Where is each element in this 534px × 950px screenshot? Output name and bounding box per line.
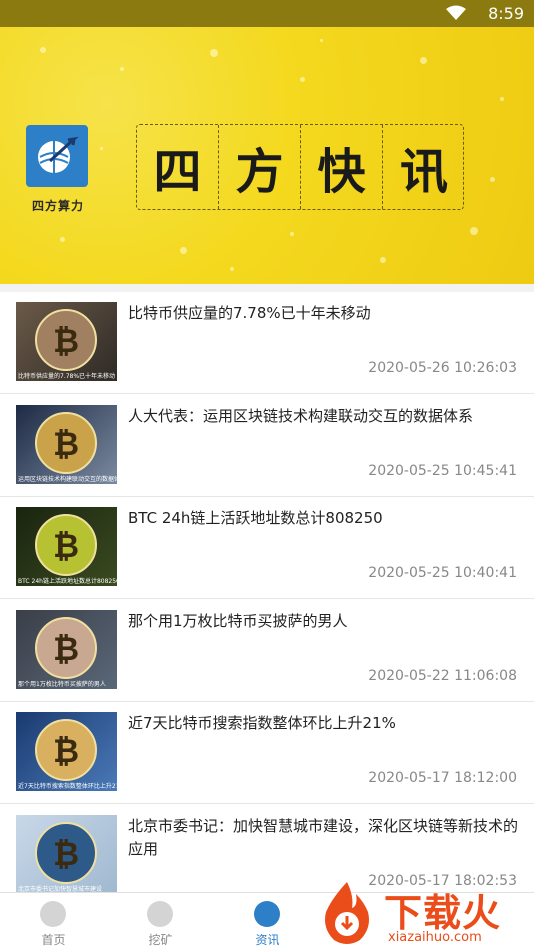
news-item[interactable]: ₿ 那个用1万枚比特币买披萨的男人 那个用1万枚比特币买披萨的男人 2020-05-2… [0,600,534,702]
globe-icon [38,136,79,173]
mining-icon [147,901,173,927]
banner-sparkle [470,227,478,235]
thumbnail-caption: 比特币供应量的7.78%已十年未移动 [18,373,116,380]
banner-sparkle [210,49,218,57]
svg-text:₿: ₿ [53,322,79,360]
banner-title-char: 四 [137,125,219,209]
flame-icon [325,882,369,944]
bitcoin-coin-icon: ₿ [35,616,97,679]
news-item[interactable]: ₿ 比特币供应量的7.78%已十年未移动 比特币供应量的7.78%已十年未移动 202… [0,292,534,394]
banner-sparkle [60,237,65,242]
thumbnail-caption: 运用区块链技术构建联动交互的数据体系 [18,475,117,483]
news-thumbnail: ₿ 北京市委书记加快智慧城市建设 [16,814,117,893]
news-icon [254,901,280,927]
news-list[interactable]: ₿ 比特币供应量的7.78%已十年未移动 比特币供应量的7.78%已十年未移动 202… [0,292,534,892]
news-item[interactable]: ₿ 近7天比特币搜索指数整体环比上升21% 近7天比特币搜索指数整体环比上升21% 2… [0,702,534,804]
banner-sparkle [420,57,427,64]
news-title[interactable]: 比特币供应量的7.78%已十年未移动 [128,302,523,325]
banner: 四方算力 四 方 快 讯 [0,27,534,284]
logo-text: 四方算力 [31,199,84,213]
svg-text:₿: ₿ [53,425,79,463]
svg-text:₿: ₿ [53,835,79,873]
news-date: 2020-05-25 10:45:41 [368,462,517,479]
banner-sparkle [120,67,124,71]
tab-label: 资讯 [255,933,280,947]
tab-news[interactable]: 资讯 [214,893,321,950]
banner-sparkle [490,177,495,182]
banner-sparkle [100,147,103,150]
banner-sparkle [320,39,323,42]
news-title[interactable]: BTC 24h链上活跃地址数总计808250 [128,507,523,530]
status-bar: 8:59 [0,0,534,27]
banner-sparkle [180,247,187,254]
app-logo [26,125,88,187]
bitcoin-coin-icon: ₿ [35,821,97,884]
watermark-url: xiazaihuo.com [388,930,482,945]
banner-title-char: 方 [219,125,301,209]
thumbnail-caption: BTC 24h链上活跃地址数总计808250 [18,578,117,585]
banner-title: 四 方 快 讯 [136,124,464,210]
tab-label: 首页 [41,933,66,947]
bitcoin-coin-icon: ₿ [35,411,97,474]
bitcoin-coin-icon: ₿ [35,719,97,781]
banner-sparkle [500,97,504,101]
banner-sparkle [290,232,294,236]
news-title[interactable]: 北京市委书记：加快智慧城市建设，深化区块链等新技术的应用 [128,815,523,861]
home-icon [40,901,66,927]
tab-home[interactable]: 首页 [0,893,107,950]
news-item[interactable]: ₿ BTC 24h链上活跃地址数总计808250 BTC 24h链上活跃地址数总计8… [0,497,534,599]
thumbnail-caption: 近7天比特币搜索指数整体环比上升21% [18,783,117,790]
banner-sparkle [300,77,305,82]
news-date: 2020-05-25 10:40:41 [368,565,517,581]
thumbnail-caption: 那个用1万枚比特币买披萨的男人 [18,680,106,688]
watermark-text: 下载火 [384,891,502,935]
news-thumbnail: ₿ 那个用1万枚比特币买披萨的男人 [16,609,117,689]
banner-sparkle [40,47,46,53]
news-date: 2020-05-17 18:12:00 [368,770,517,786]
thumbnail-caption: 北京市委书记加快智慧城市建设 [18,885,103,893]
banner-title-char: 快 [301,125,383,209]
bitcoin-coin-icon: ₿ [35,514,97,576]
banner-sparkle [380,257,386,263]
divider [0,284,534,292]
news-title[interactable]: 人大代表：运用区块链技术构建联动交互的数据体系 [128,405,523,428]
news-thumbnail: ₿ BTC 24h链上活跃地址数总计808250 [16,507,117,586]
news-item[interactable]: ₿ 运用区块链技术构建联动交互的数据体系 人大代表：运用区块链技术构建联动交互的数据… [0,395,534,497]
bitcoin-coin-icon: ₿ [35,309,97,371]
svg-text:₿: ₿ [53,527,79,565]
news-date: 2020-05-26 10:26:03 [368,360,517,376]
news-thumbnail: ₿ 近7天比特币搜索指数整体环比上升21% [16,712,117,791]
svg-text:₿: ₿ [53,732,79,770]
svg-text:₿: ₿ [53,630,79,668]
news-thumbnail: ₿ 比特币供应量的7.78%已十年未移动 [16,302,117,381]
news-title[interactable]: 那个用1万枚比特币买披萨的男人 [128,610,523,633]
watermark-logo: 下载火 xiazaihuo.com [312,876,534,949]
news-title[interactable]: 近7天比特币搜索指数整体环比上升21% [128,712,523,735]
banner-sparkle [230,267,234,271]
tab-label: 挖矿 [148,933,173,947]
banner-title-char: 讯 [399,144,448,200]
news-thumbnail: ₿ 运用区块链技术构建联动交互的数据体系 [16,404,117,484]
news-date: 2020-05-22 11:06:08 [368,667,517,684]
wifi-icon [446,5,466,20]
tab-mining[interactable]: 挖矿 [107,893,214,950]
status-time: 8:59 [488,4,524,23]
